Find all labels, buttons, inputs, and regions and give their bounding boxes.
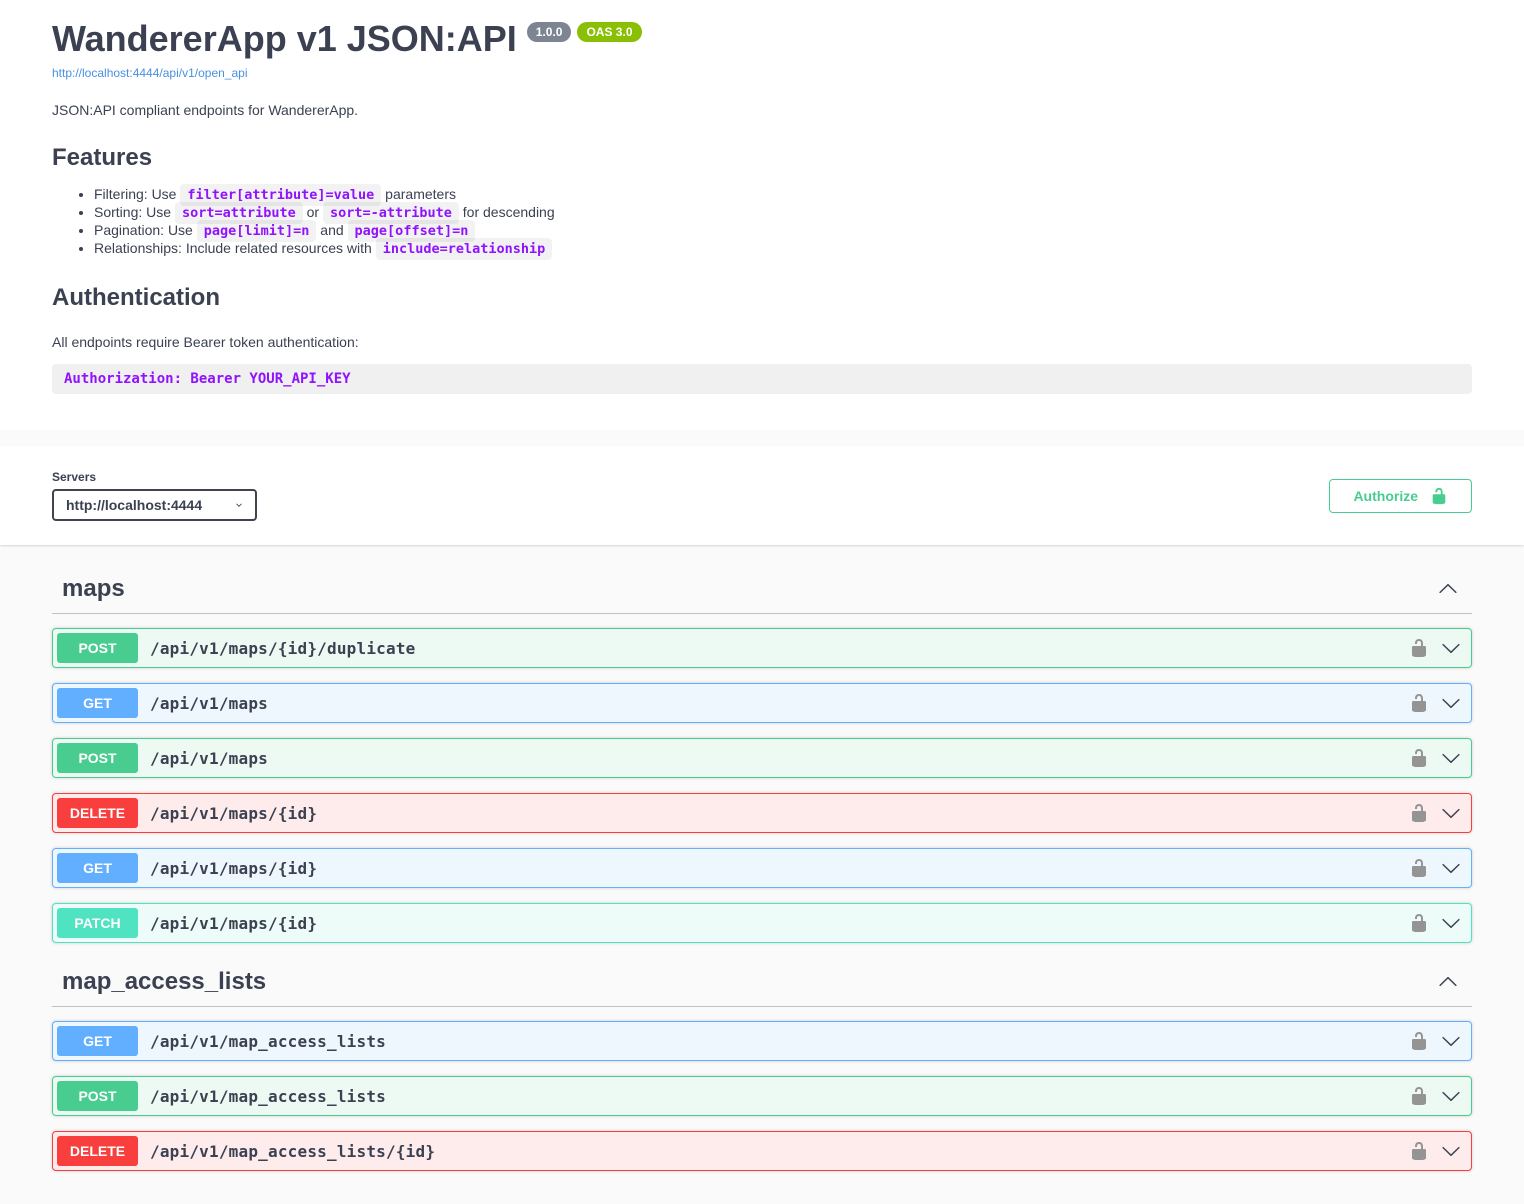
api-tag-section: map_access_lists GET /api/v1/map_access_…	[52, 958, 1472, 1171]
method-badge[interactable]: POST	[57, 1081, 138, 1111]
operations-container: maps POST /api/v1/maps/{id}/duplicate GE…	[32, 565, 1492, 1204]
method-badge[interactable]: GET	[57, 688, 138, 718]
feature-text: Relationships: Include related resources…	[94, 240, 376, 256]
operation-row-get[interactable]: GET /api/v1/maps/{id}	[52, 848, 1472, 888]
operation-row-post[interactable]: POST /api/v1/maps	[52, 738, 1472, 778]
inline-code: page[limit]=n	[197, 220, 317, 242]
base-url-link[interactable]: http://localhost:4444/api/v1/open_api	[52, 66, 247, 80]
feature-item: Filtering: Use filter[attribute]=value p…	[94, 186, 1472, 204]
api-description: JSON:API compliant endpoints for Wandere…	[52, 102, 1472, 118]
features-heading: Features	[52, 144, 1472, 172]
operation-row-delete[interactable]: DELETE /api/v1/map_access_lists/{id}	[52, 1131, 1472, 1171]
method-badge[interactable]: DELETE	[57, 1136, 138, 1166]
operation-row-get[interactable]: GET /api/v1/map_access_lists	[52, 1021, 1472, 1061]
chevron-down-icon[interactable]	[1435, 1031, 1467, 1051]
feature-text: Filtering: Use	[94, 186, 180, 202]
operation-path: /api/v1/maps	[150, 694, 268, 713]
chevron-down-icon[interactable]	[1435, 638, 1467, 658]
lock-icon[interactable]	[1403, 748, 1435, 768]
operation-row-get[interactable]: GET /api/v1/maps	[52, 683, 1472, 723]
servers-select[interactable]: http://localhost:4444	[52, 489, 257, 521]
operation-row-post[interactable]: POST /api/v1/maps/{id}/duplicate	[52, 628, 1472, 668]
operation-row-post[interactable]: POST /api/v1/map_access_lists	[52, 1076, 1472, 1116]
chevron-down-icon[interactable]	[1435, 913, 1467, 933]
operation-row-delete[interactable]: DELETE /api/v1/maps/{id}	[52, 793, 1472, 833]
collapse-section-chevron-up-icon[interactable]	[1434, 972, 1462, 992]
method-badge[interactable]: DELETE	[57, 798, 138, 828]
feature-text: for descending	[459, 204, 555, 220]
feature-item: Pagination: Use page[limit]=n and page[o…	[94, 222, 1472, 240]
oas-badge: OAS 3.0	[577, 22, 641, 42]
operation-row-patch[interactable]: PATCH /api/v1/maps/{id}	[52, 903, 1472, 943]
feature-text: Sorting: Use	[94, 204, 175, 220]
lock-icon[interactable]	[1403, 913, 1435, 933]
lock-icon[interactable]	[1403, 858, 1435, 878]
operations-list: GET /api/v1/map_access_lists POST /api/v…	[52, 1021, 1472, 1171]
operation-path: /api/v1/maps	[150, 749, 268, 768]
operation-path: /api/v1/map_access_lists/{id}	[150, 1142, 435, 1161]
tag-name: maps	[62, 575, 125, 603]
authorization-code-block: Authorization: Bearer YOUR_API_KEY	[52, 364, 1472, 394]
lock-icon[interactable]	[1403, 1031, 1435, 1051]
feature-text: parameters	[381, 186, 456, 202]
operation-path: /api/v1/map_access_lists	[150, 1032, 386, 1051]
collapse-section-chevron-up-icon[interactable]	[1434, 579, 1462, 599]
api-title-text: WandererApp v1 JSON:API	[52, 18, 517, 60]
chevron-down-icon[interactable]	[1435, 1086, 1467, 1106]
operation-path: /api/v1/maps/{id}	[150, 859, 317, 878]
servers-label: Servers	[52, 470, 257, 484]
feature-text: or	[303, 204, 323, 220]
authentication-heading: Authentication	[52, 284, 1472, 312]
tag-header[interactable]: maps	[52, 565, 1472, 614]
operation-path: /api/v1/maps/{id}/duplicate	[150, 639, 416, 658]
chevron-down-icon[interactable]	[1435, 803, 1467, 823]
servers-block: Servers http://localhost:4444	[52, 470, 257, 521]
inline-code: include=relationship	[376, 238, 553, 260]
operation-path: /api/v1/maps/{id}	[150, 804, 317, 823]
version-badge: 1.0.0	[527, 22, 572, 42]
method-badge[interactable]: GET	[57, 1026, 138, 1056]
authorize-button[interactable]: Authorize	[1329, 479, 1472, 513]
operations-list: POST /api/v1/maps/{id}/duplicate GET /ap…	[52, 628, 1472, 943]
info-section: WandererApp v1 JSON:API 1.0.0 OAS 3.0 ht…	[0, 0, 1524, 430]
lock-icon[interactable]	[1403, 1086, 1435, 1106]
title-badges: 1.0.0 OAS 3.0	[527, 22, 642, 42]
tag-header[interactable]: map_access_lists	[52, 958, 1472, 1007]
method-badge[interactable]: PATCH	[57, 908, 138, 938]
operation-path: /api/v1/maps/{id}	[150, 914, 317, 933]
feature-text: Pagination: Use	[94, 222, 197, 238]
method-badge[interactable]: GET	[57, 853, 138, 883]
api-tag-section: maps POST /api/v1/maps/{id}/duplicate GE…	[52, 565, 1472, 943]
lock-icon[interactable]	[1403, 638, 1435, 658]
scheme-container: Servers http://localhost:4444 Authorize	[0, 446, 1524, 545]
method-badge[interactable]: POST	[57, 633, 138, 663]
unlock-icon	[1430, 487, 1448, 505]
operation-path: /api/v1/map_access_lists	[150, 1087, 386, 1106]
tag-name: map_access_lists	[62, 968, 266, 996]
features-list: Filtering: Use filter[attribute]=value p…	[52, 186, 1472, 258]
chevron-down-icon[interactable]	[1435, 693, 1467, 713]
authorize-button-label: Authorize	[1353, 489, 1418, 503]
method-badge[interactable]: POST	[57, 743, 138, 773]
chevron-down-icon[interactable]	[1435, 1141, 1467, 1161]
feature-text: and	[316, 222, 347, 238]
authentication-text: All endpoints require Bearer token authe…	[52, 334, 1472, 350]
lock-icon[interactable]	[1403, 1141, 1435, 1161]
chevron-down-icon[interactable]	[1435, 748, 1467, 768]
page-title: WandererApp v1 JSON:API 1.0.0 OAS 3.0	[52, 18, 1472, 60]
chevron-down-icon[interactable]	[1435, 858, 1467, 878]
lock-icon[interactable]	[1403, 693, 1435, 713]
lock-icon[interactable]	[1403, 803, 1435, 823]
feature-item: Relationships: Include related resources…	[94, 240, 1472, 258]
